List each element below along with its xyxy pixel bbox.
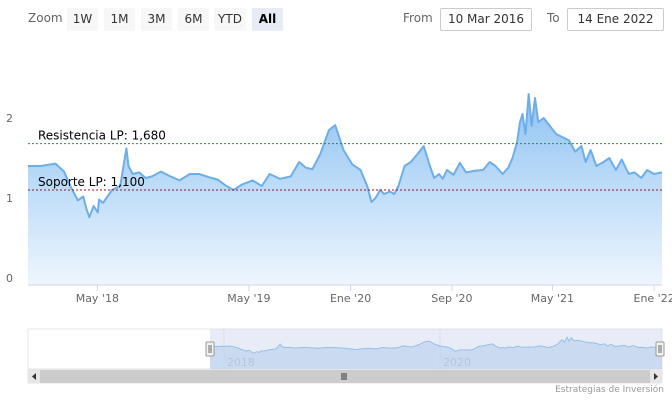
navigator-handle-left[interactable] (205, 341, 215, 357)
scrollbar-thumb[interactable] (40, 370, 650, 383)
navigator-selection[interactable] (210, 329, 662, 369)
navigator[interactable]: 20182020 (27, 328, 665, 370)
y-tick-label: 0 (6, 272, 13, 285)
x-tick-label: May '19 (227, 292, 270, 305)
x-axis: May '18 May '19 Ene '20 Sep '20 May '21 Ene '… (28, 284, 672, 305)
scroll-right-arrow[interactable] (650, 370, 662, 383)
support-label: Soporte LP: 1,100 (38, 175, 145, 189)
x-tick-label: May '21 (531, 292, 574, 305)
scroll-left-arrow[interactable] (28, 370, 40, 383)
x-tick-label: Ene '22 (634, 292, 672, 305)
navigator-handle-right[interactable] (655, 341, 665, 357)
y-tick-label: 1 (6, 192, 13, 205)
x-tick-label: May '18 (76, 292, 119, 305)
price-series (27, 93, 663, 285)
x-tick-label: Sep '20 (431, 292, 472, 305)
y-axis: 0 1 2 (6, 112, 13, 285)
y-tick-label: 2 (6, 112, 13, 125)
resistance-label: Resistencia LP: 1,680 (38, 129, 166, 143)
x-tick-label: Ene '20 (330, 292, 371, 305)
stock-chart: 0 1 2 Resistencia LP: 1,680 Soporte LP: 1,1… (6, 93, 672, 384)
credit-text: Estrategias de Inversión (555, 385, 664, 395)
scrollbar[interactable] (27, 369, 663, 384)
